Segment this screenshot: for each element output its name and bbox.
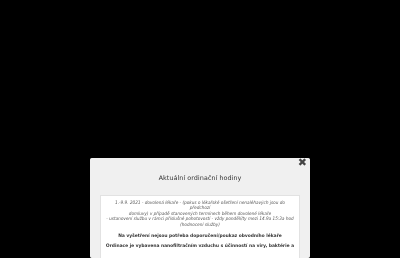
ordination-hours-dialog: ✖ Aktuální ordinační hodiny 1.-9.9. 2021… (90, 158, 310, 258)
notice-line: (hodnocení služby) (180, 221, 220, 227)
filtration-note: Ordinace je vybavena nanofiltračním vzdu… (105, 243, 295, 249)
notice-line: 1.-9.9. 2021 - dovolená lékaře - (pokus … (115, 200, 285, 211)
dialog-content: 1.-9.9. 2021 - dovolená lékaře - (pokus … (100, 195, 300, 258)
notice-line: - ustanovení službu v rámci příslušné po… (106, 216, 294, 222)
close-icon[interactable]: ✖ (298, 158, 307, 169)
referral-note: Na vyšetření nejsou potřeba doporučení/p… (118, 234, 282, 240)
dialog-title: Aktuální ordinační hodiny (158, 174, 242, 182)
